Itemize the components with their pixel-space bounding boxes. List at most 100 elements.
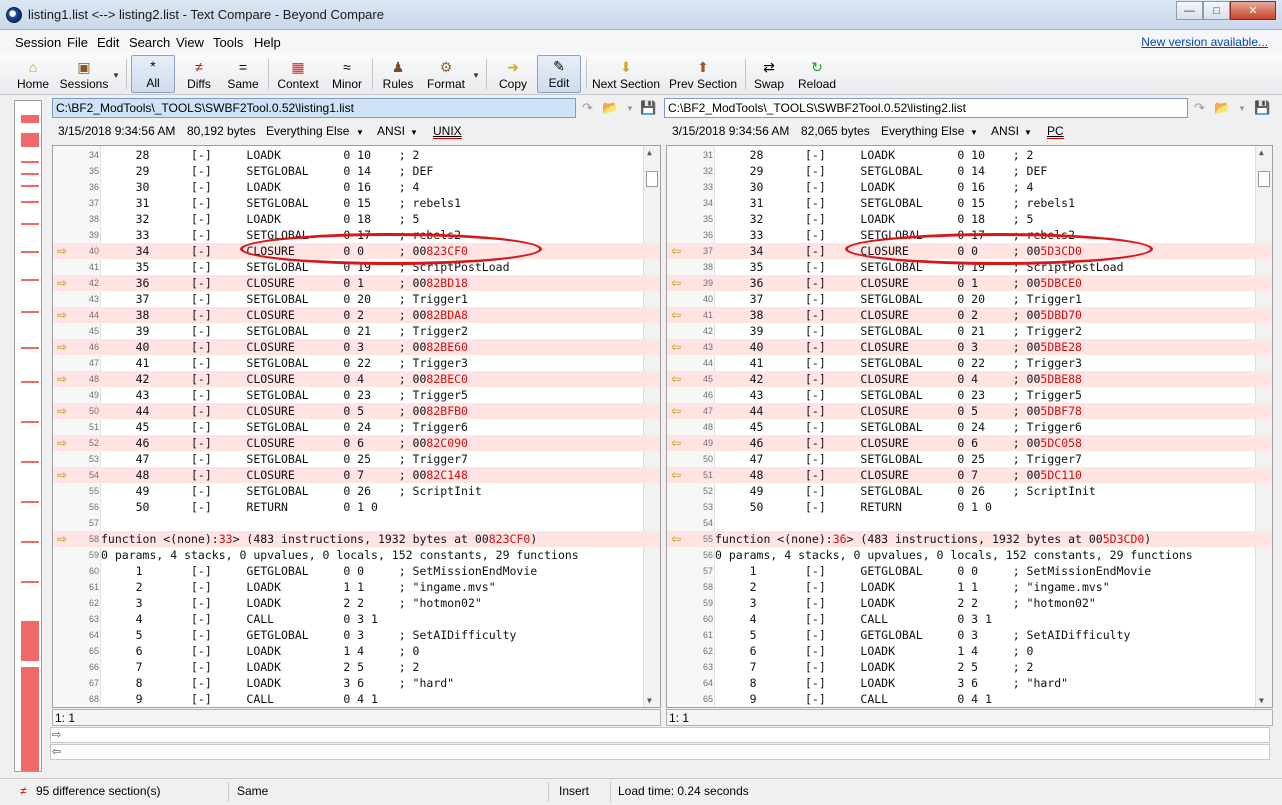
text-line[interactable]: 62 3 [-] LOADK 2 2 ; "hotmon02": [53, 595, 660, 611]
text-line[interactable]: 65 6 [-] LOADK 1 4 ; 0: [53, 643, 660, 659]
minor-button[interactable]: ≈ Minor: [327, 55, 367, 93]
text-line[interactable]: 59 0 params, 4 stacks, 0 upvalues, 0 loca…: [53, 547, 660, 563]
text-line[interactable]: 67 8 [-] LOADK 3 6 ; "hard": [53, 675, 660, 691]
left-encoding-select[interactable]: ANSI: [377, 124, 405, 138]
right-open-folder-icon[interactable]: 📂: [1214, 100, 1230, 116]
left-path-history-icon[interactable]: ↷: [582, 100, 593, 116]
text-line[interactable]: 63 7 [-] LOADK 2 5 ; 2: [667, 659, 1272, 675]
format-button[interactable]: ⚙ Format: [424, 55, 468, 93]
copy-right-arrow-icon[interactable]: ⇨: [57, 244, 67, 258]
left-filter-select[interactable]: Everything Else: [266, 124, 349, 138]
copy-left-arrow-icon[interactable]: ⇦: [671, 404, 681, 418]
copy-left-arrow-icon[interactable]: ⇦: [671, 532, 681, 546]
merge-line-left[interactable]: [50, 727, 1270, 743]
copy-right-arrow-icon[interactable]: ⇨: [57, 468, 67, 482]
text-line[interactable]: 57 1 [-] GETGLOBAL 0 0 ; SetMissionEndMo…: [667, 563, 1272, 579]
menu-help[interactable]: Help: [254, 35, 281, 50]
text-line[interactable]: 52 ⇨ 46 [-] CLOSURE 0 6 ; 0082C090: [53, 435, 660, 451]
right-encoding-select[interactable]: ANSI: [991, 124, 1019, 138]
right-filter-dropdown-icon[interactable]: ▼: [970, 128, 978, 137]
menu-session[interactable]: Session: [15, 35, 61, 50]
text-line[interactable]: 47 41 [-] SETGLOBAL 0 22 ; Trigger3: [53, 355, 660, 371]
text-line[interactable]: 40 37 [-] SETGLOBAL 0 20 ; Trigger1: [667, 291, 1272, 307]
left-text-pane[interactable]: ▲ ▼ 34 28 [-] LOADK 0 10 ; 2 35 29 [-] SE…: [52, 145, 661, 708]
copy-left-arrow-icon[interactable]: ⇦: [671, 468, 681, 482]
sessions-button[interactable]: ▣ Sessions: [58, 55, 110, 93]
text-line[interactable]: 31 28 [-] LOADK 0 10 ; 2: [667, 147, 1272, 163]
text-line[interactable]: 60 4 [-] CALL 0 3 1: [667, 611, 1272, 627]
text-line[interactable]: 61 2 [-] LOADK 1 1 ; "ingame.mvs": [53, 579, 660, 595]
copy-right-arrow-icon[interactable]: ⇨: [57, 532, 67, 546]
text-line[interactable]: 32 29 [-] SETGLOBAL 0 14 ; DEF: [667, 163, 1272, 179]
text-line[interactable]: 54 ⇨ 48 [-] CLOSURE 0 7 ; 0082C148: [53, 467, 660, 483]
copy-right-arrow-icon[interactable]: ⇨: [57, 276, 67, 290]
text-line[interactable]: 43 37 [-] SETGLOBAL 0 20 ; Trigger1: [53, 291, 660, 307]
right-path-input[interactable]: C:\BF2_ModTools\_TOOLS\SWBF2Tool.0.52\li…: [664, 98, 1188, 118]
text-line[interactable]: 51 ⇦ 48 [-] CLOSURE 0 7 ; 005DC110: [667, 467, 1272, 483]
text-line[interactable]: 50 47 [-] SETGLOBAL 0 25 ; Trigger7: [667, 451, 1272, 467]
context-button[interactable]: ▦ Context: [274, 55, 322, 93]
text-line[interactable]: 39 ⇦ 36 [-] CLOSURE 0 1 ; 005DBCE0: [667, 275, 1272, 291]
text-line[interactable]: 50 ⇨ 44 [-] CLOSURE 0 5 ; 0082BFB0: [53, 403, 660, 419]
text-line[interactable]: 49 ⇦ 46 [-] CLOSURE 0 6 ; 005DC058: [667, 435, 1272, 451]
copy-right-arrow-icon[interactable]: ⇨: [57, 340, 67, 354]
swap-button[interactable]: ⇄ Swap: [752, 55, 786, 93]
text-line[interactable]: 35 29 [-] SETGLOBAL 0 14 ; DEF: [53, 163, 660, 179]
text-line[interactable]: 42 ⇨ 36 [-] CLOSURE 0 1 ; 0082BD18: [53, 275, 660, 291]
text-line[interactable]: 56 0 params, 4 stacks, 0 upvalues, 0 loca…: [667, 547, 1272, 563]
copy-left-arrow-icon[interactable]: ⇦: [671, 276, 681, 290]
left-encoding-dropdown-icon[interactable]: ▼: [410, 128, 418, 137]
text-line[interactable]: 37 31 [-] SETGLOBAL 0 15 ; rebels1: [53, 195, 660, 211]
menu-view[interactable]: View: [176, 35, 204, 50]
copy-right-arrow-icon[interactable]: ⇨: [57, 404, 67, 418]
copy-left-arrow-icon[interactable]: ⇦: [671, 436, 681, 450]
right-filter-select[interactable]: Everything Else: [881, 124, 964, 138]
menu-edit[interactable]: Edit: [97, 35, 119, 50]
text-line[interactable]: 53 50 [-] RETURN 0 1 0: [667, 499, 1272, 515]
text-line[interactable]: 45 39 [-] SETGLOBAL 0 21 ; Trigger2: [53, 323, 660, 339]
copy-right-arrow-icon[interactable]: ⇨: [57, 308, 67, 322]
right-text-pane[interactable]: ▲ ▼ 31 28 [-] LOADK 0 10 ; 2 32 29 [-] SE…: [666, 145, 1273, 708]
text-line[interactable]: 47 ⇦ 44 [-] CLOSURE 0 5 ; 005DBF78: [667, 403, 1272, 419]
merge-line-right[interactable]: [50, 744, 1270, 760]
close-button[interactable]: ✕: [1230, 1, 1276, 20]
text-line[interactable]: 58 ⇨ function <(none):33> (483 instruction…: [53, 531, 660, 547]
text-line[interactable]: 59 3 [-] LOADK 2 2 ; "hotmon02": [667, 595, 1272, 611]
text-line[interactable]: 57: [53, 515, 660, 531]
filter-same-button[interactable]: = Same: [224, 55, 262, 93]
text-line[interactable]: 51 45 [-] SETGLOBAL 0 24 ; Trigger6: [53, 419, 660, 435]
left-path-input[interactable]: C:\BF2_ModTools\_TOOLS\SWBF2Tool.0.52\li…: [52, 98, 576, 118]
difference-overview[interactable]: [14, 100, 42, 772]
left-open-folder-icon[interactable]: 📂: [602, 100, 618, 116]
text-line[interactable]: 65 9 [-] CALL 0 4 1: [667, 691, 1272, 707]
new-version-link[interactable]: New version available...: [1141, 35, 1268, 49]
copy-right-arrow-icon[interactable]: ⇨: [57, 436, 67, 450]
left-save-icon[interactable]: 💾: [640, 100, 656, 116]
menu-search[interactable]: Search: [129, 35, 170, 50]
home-button[interactable]: ⌂ Home: [14, 55, 52, 93]
text-line[interactable]: 52 49 [-] SETGLOBAL 0 26 ; ScriptInit: [667, 483, 1272, 499]
text-line[interactable]: 48 ⇨ 42 [-] CLOSURE 0 4 ; 0082BEC0: [53, 371, 660, 387]
menu-tools[interactable]: Tools: [213, 35, 243, 50]
text-line[interactable]: 41 ⇦ 38 [-] CLOSURE 0 2 ; 005DBD70: [667, 307, 1272, 323]
text-line[interactable]: 48 45 [-] SETGLOBAL 0 24 ; Trigger6: [667, 419, 1272, 435]
filter-diffs-button[interactable]: ≠ Diffs: [180, 55, 218, 93]
copy-left-arrow-icon[interactable]: ⇦: [671, 244, 681, 258]
sessions-dropdown-icon[interactable]: ▼: [112, 71, 120, 80]
right-encoding-dropdown-icon[interactable]: ▼: [1024, 128, 1032, 137]
text-line[interactable]: 62 6 [-] LOADK 1 4 ; 0: [667, 643, 1272, 659]
right-save-icon[interactable]: 💾: [1254, 100, 1270, 116]
text-line[interactable]: 34 28 [-] LOADK 0 10 ; 2: [53, 147, 660, 163]
maximize-button[interactable]: □: [1203, 1, 1230, 20]
format-dropdown-icon[interactable]: ▼: [472, 71, 480, 80]
right-path-history-icon[interactable]: ↷: [1194, 100, 1205, 116]
left-filter-dropdown-icon[interactable]: ▼: [356, 128, 364, 137]
filter-all-button[interactable]: * All: [131, 55, 175, 93]
text-line[interactable]: 66 7 [-] LOADK 2 5 ; 2: [53, 659, 660, 675]
right-line-ending[interactable]: PC: [1047, 124, 1064, 139]
next-section-button[interactable]: ⬇ Next Section: [591, 55, 661, 93]
menu-file[interactable]: File: [67, 35, 88, 50]
copy-left-arrow-icon[interactable]: ⇦: [671, 308, 681, 322]
text-line[interactable]: 64 8 [-] LOADK 3 6 ; "hard": [667, 675, 1272, 691]
text-line[interactable]: 54: [667, 515, 1272, 531]
